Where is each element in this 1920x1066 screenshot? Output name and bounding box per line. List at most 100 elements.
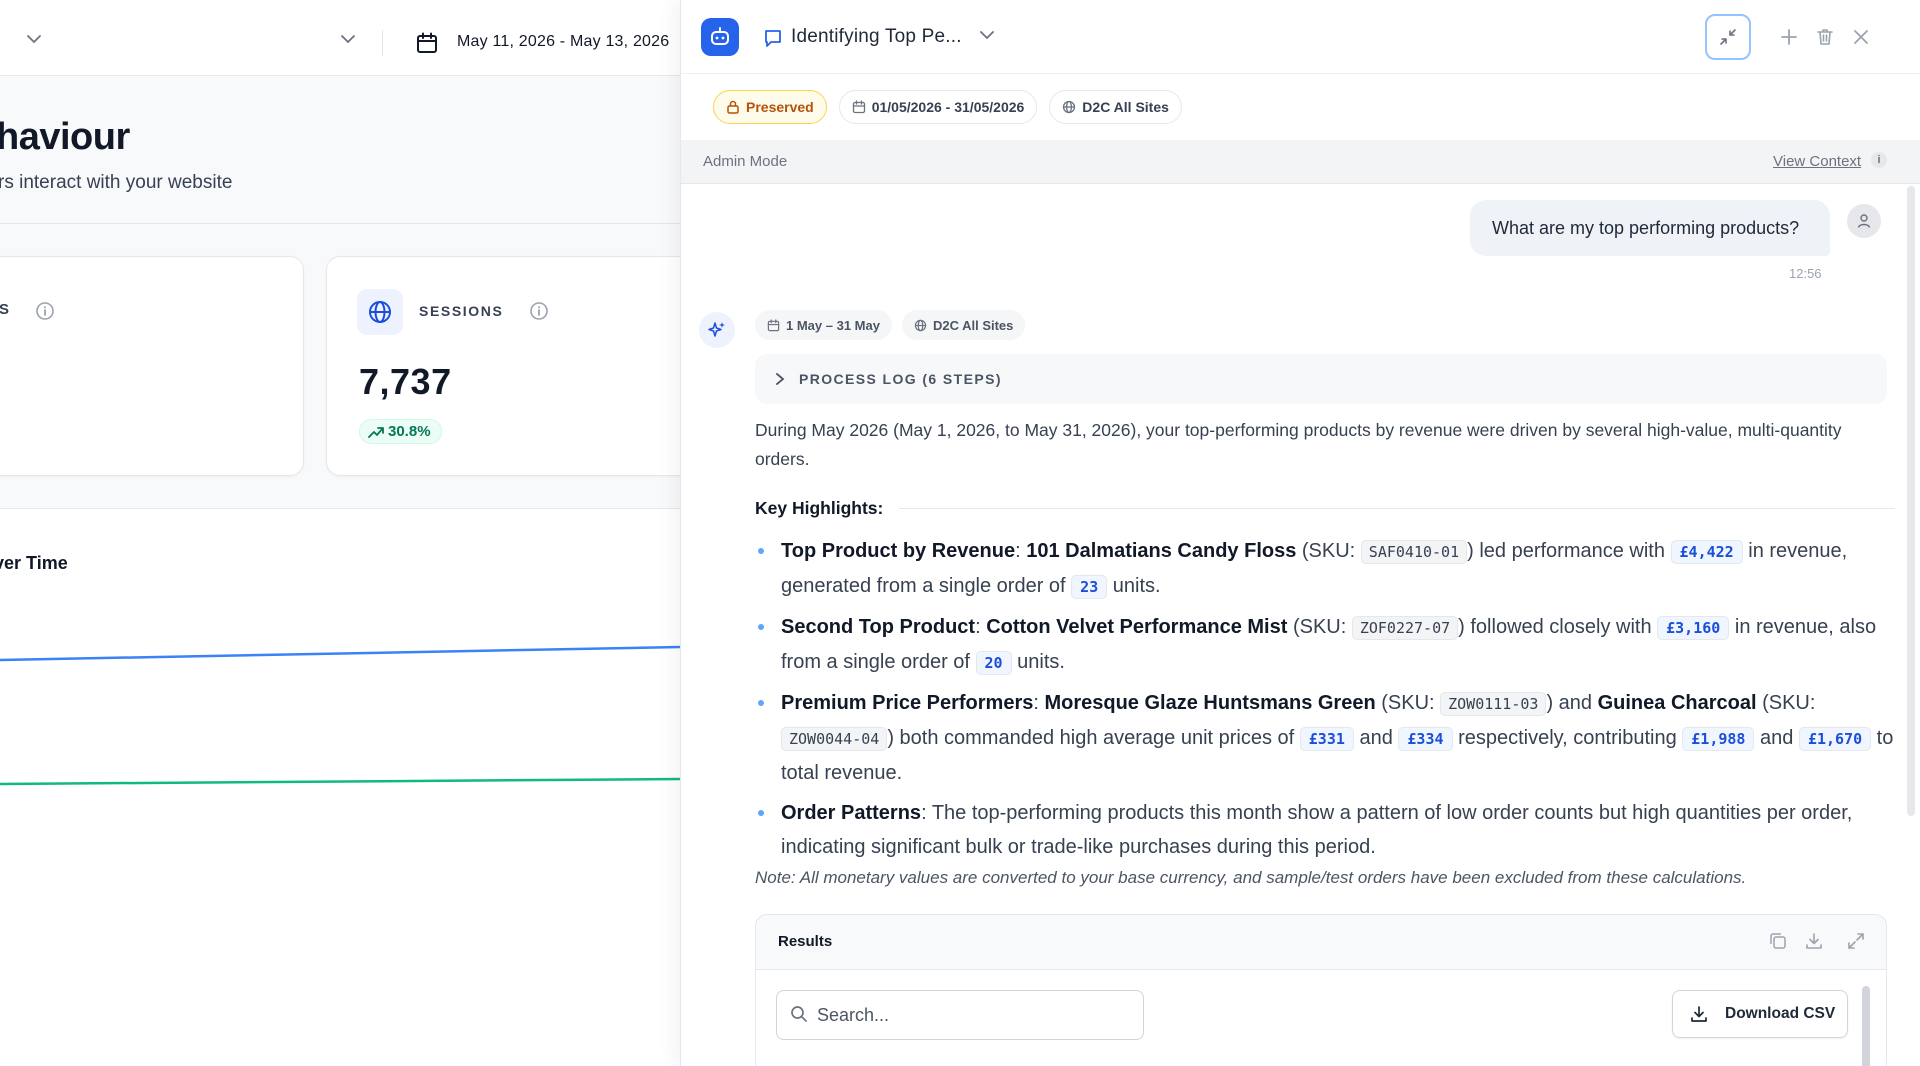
panel-header: Identifying Top Pe... bbox=[681, 0, 1920, 74]
trash-icon[interactable] bbox=[1815, 27, 1835, 47]
page-title: haviour bbox=[0, 116, 130, 158]
value-badge: £3,160 bbox=[1657, 616, 1730, 640]
minimize-icon bbox=[1720, 29, 1736, 45]
dashboard-topbar: May 11, 2026 - May 13, 2026 bbox=[0, 0, 680, 76]
calendar-icon bbox=[852, 100, 865, 114]
conversation-title[interactable]: Identifying Top Pe... bbox=[791, 26, 962, 48]
context-chips: Preserved 01/05/2026 - 31/05/2026 D2C Al… bbox=[713, 90, 1182, 124]
trend-chart bbox=[0, 645, 680, 786]
globe-icon bbox=[914, 319, 927, 331]
user-icon bbox=[1857, 214, 1871, 228]
value-badge: £1,670 bbox=[1798, 727, 1872, 751]
bot-icon bbox=[711, 27, 729, 45]
expand-icon[interactable] bbox=[1846, 931, 1866, 951]
page-header: haviour rs interact with your website bbox=[0, 84, 680, 224]
process-log-label: PROCESS LOG (6 STEPS) bbox=[799, 371, 1002, 387]
message-timestamp: 12:56 bbox=[1789, 266, 1822, 281]
key-highlights-heading: Key Highlights: bbox=[755, 498, 1895, 519]
download-csv-label: Download CSV bbox=[1725, 1005, 1836, 1022]
globe-icon bbox=[357, 289, 403, 335]
plus-icon[interactable] bbox=[1779, 27, 1799, 47]
search-icon bbox=[791, 1006, 807, 1022]
sparkle-icon bbox=[708, 322, 725, 337]
chevron-down-icon[interactable] bbox=[340, 34, 356, 44]
chevron-down-icon[interactable] bbox=[979, 30, 995, 40]
calendar-icon bbox=[767, 318, 780, 331]
divider bbox=[382, 30, 383, 56]
process-log-toggle[interactable]: PROCESS LOG (6 STEPS) bbox=[755, 354, 1887, 404]
results-panel: Results Download CSV bbox=[755, 914, 1887, 1066]
response-date-label: 1 May – 31 May bbox=[786, 317, 880, 333]
section-title: Key Highlights: bbox=[755, 498, 884, 518]
response-context: 1 May – 31 May D2C All Sites bbox=[755, 310, 1026, 340]
trend-value: 30.8% bbox=[388, 423, 431, 440]
ai-avatar bbox=[699, 312, 735, 348]
date-chip[interactable]: 01/05/2026 - 31/05/2026 bbox=[838, 90, 1038, 124]
list-item: Order Patterns: The top-performing produ… bbox=[755, 796, 1899, 864]
preserved-chip[interactable]: Preserved bbox=[713, 90, 827, 124]
download-icon bbox=[1691, 1006, 1707, 1022]
value-badge: £4,422 bbox=[1670, 540, 1743, 564]
answer-note: Note: All monetary values are converted … bbox=[755, 868, 1747, 887]
preserved-label: Preserved bbox=[746, 99, 814, 115]
sessions-label: SESSIONS bbox=[419, 303, 504, 319]
trend-up-icon bbox=[368, 426, 384, 438]
chevron-down-icon[interactable] bbox=[26, 34, 42, 44]
admin-mode-bar: Admin Mode View Context i bbox=[681, 140, 1920, 184]
sku-code: SAF0410-01 bbox=[1360, 540, 1468, 564]
info-icon[interactable] bbox=[35, 301, 55, 321]
dashboard-background: May 11, 2026 - May 13, 2026 haviour rs i… bbox=[0, 0, 680, 1066]
results-body: Download CSV bbox=[756, 969, 1886, 1066]
ai-assistant-panel: Identifying Top Pe... Preserved 01/05/20… bbox=[680, 0, 1920, 1066]
sku-code: ZOF0227-07 bbox=[1351, 616, 1459, 640]
view-context-link[interactable]: View Context bbox=[1773, 153, 1861, 170]
value-badge: £334 bbox=[1398, 727, 1453, 751]
divider bbox=[899, 508, 1895, 509]
date-range-picker[interactable]: May 11, 2026 - May 13, 2026 bbox=[457, 33, 669, 51]
value-badge: £1,988 bbox=[1682, 727, 1755, 751]
sessions-card: SESSIONS 7,737 30.8% bbox=[326, 256, 680, 476]
sku-code: ZOW0044-04 bbox=[781, 727, 888, 751]
value-badge: 23 bbox=[1071, 575, 1108, 599]
page-subtitle: rs interact with your website bbox=[0, 172, 233, 193]
info-icon[interactable]: i bbox=[1871, 152, 1887, 168]
response-date-chip: 1 May – 31 May bbox=[755, 310, 892, 340]
response-site-chip: D2C All Sites bbox=[901, 310, 1026, 340]
trend-badge: 30.8% bbox=[359, 419, 442, 444]
chevron-right-icon bbox=[776, 373, 785, 385]
download-csv-button[interactable]: Download CSV bbox=[1672, 990, 1848, 1038]
sku-code: ZOW0111-03 bbox=[1440, 692, 1547, 716]
scrollbar[interactable] bbox=[1907, 186, 1915, 816]
copy-icon[interactable] bbox=[1768, 931, 1788, 951]
date-chip-label: 01/05/2026 - 31/05/2026 bbox=[871, 99, 1025, 115]
admin-mode-label: Admin Mode bbox=[703, 153, 788, 170]
info-icon[interactable] bbox=[529, 301, 549, 321]
list-item: Premium Price Performers: Moresque Glaze… bbox=[755, 686, 1899, 790]
close-icon[interactable] bbox=[1851, 27, 1871, 47]
value-badge: 20 bbox=[975, 651, 1012, 675]
chat-bubble-icon bbox=[765, 30, 781, 47]
collapse-button[interactable] bbox=[1705, 14, 1751, 60]
lock-icon bbox=[727, 100, 739, 114]
list-item: Top Product by Revenue: 101 Dalmatians C… bbox=[755, 534, 1899, 604]
sessions-value: 7,737 bbox=[359, 361, 452, 402]
blue-series-line bbox=[0, 645, 680, 662]
avatar bbox=[1847, 204, 1881, 238]
list-item: Second Top Product: Cotton Velvet Perfor… bbox=[755, 610, 1899, 680]
value-badge: £331 bbox=[1299, 727, 1354, 751]
site-chip[interactable]: D2C All Sites bbox=[1049, 90, 1182, 124]
response-site-label: D2C All Sites bbox=[932, 317, 1014, 333]
metric-card: S bbox=[0, 256, 304, 476]
highlights-list: Top Product by Revenue: 101 Dalmatians C… bbox=[755, 534, 1899, 870]
metric-label: S bbox=[0, 301, 11, 318]
site-chip-label: D2C All Sites bbox=[1082, 99, 1169, 115]
search-box bbox=[776, 990, 1144, 1040]
calendar-icon[interactable] bbox=[416, 32, 438, 54]
user-message: What are my top performing products? bbox=[1470, 200, 1830, 256]
globe-icon bbox=[1063, 100, 1076, 114]
answer-intro: During May 2026 (May 1, 2026, to May 31,… bbox=[755, 420, 1842, 469]
search-input[interactable] bbox=[817, 991, 1127, 1039]
assistant-button[interactable] bbox=[701, 18, 739, 56]
scrollbar[interactable] bbox=[1862, 986, 1870, 1066]
download-icon[interactable] bbox=[1804, 931, 1824, 951]
